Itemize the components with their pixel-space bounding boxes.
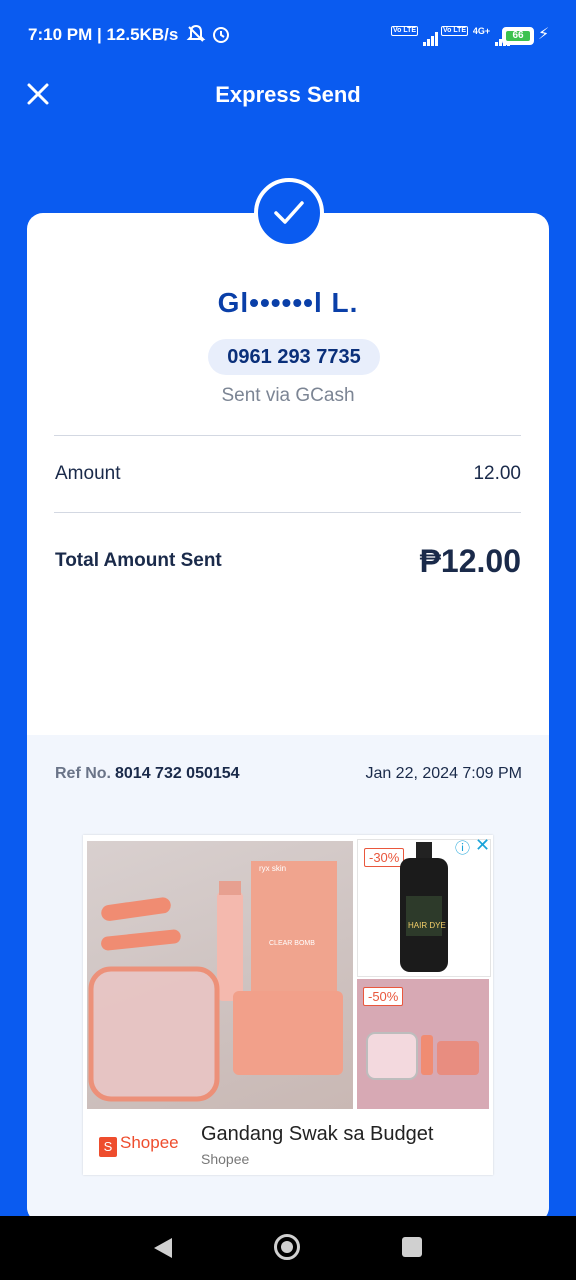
ad-title: Gandang Swak sa Budget <box>201 1123 434 1145</box>
top-app-bar: Express Send <box>0 78 576 114</box>
shopee-logo: S Shopee <box>99 1133 179 1157</box>
ad-main-image[interactable]: ryx skin CLEAR BOMB <box>87 841 353 1109</box>
4g-signal-icon: Vo LTE 4G+ <box>441 26 511 46</box>
amount-label: Amount <box>55 463 121 484</box>
status-time: 7:10 PM | 12.5KB/s <box>28 25 179 44</box>
ad-subtitle: Shopee <box>201 1151 250 1167</box>
total-amount-value: ₱12.00 <box>419 543 521 579</box>
svg-text:CLEAR BOMB: CLEAR BOMB <box>269 940 315 947</box>
battery-icon: 66 <box>502 27 534 45</box>
divider <box>54 435 521 436</box>
alarm-icon <box>211 24 231 49</box>
muted-bell-icon <box>186 24 206 49</box>
recipient-name: Gl••••••l L. <box>217 287 359 318</box>
shopee-ad[interactable]: ryx skin CLEAR BOMB -30% HAIR DYE ⓘ ✕ -5… <box>83 835 493 1175</box>
transaction-date: Jan 22, 2024 7:09 PM <box>365 765 522 782</box>
ad-product-image-1[interactable]: -30% HAIR DYE <box>357 839 491 977</box>
sent-via-text: Sent via GCash <box>221 385 355 406</box>
status-bar: 7:10 PM | 12.5KB/s Vo LTE Vo LTE 4G+ 66 … <box>0 0 576 70</box>
receipt-footer: Ref No. 8014 732 050154 Jan 22, 2024 7:09… <box>27 735 549 1223</box>
volte-signal-icon: Vo LTE <box>391 26 439 46</box>
ad-footer[interactable]: S Shopee Gandang Swak sa Budget Shopee <box>83 1113 493 1175</box>
system-nav-bar <box>0 1216 576 1280</box>
page-title: Express Send <box>215 82 361 107</box>
ad-product-image-2[interactable]: -50% <box>357 979 489 1109</box>
success-check-icon <box>254 178 324 248</box>
home-nav-icon[interactable] <box>274 1234 300 1260</box>
divider <box>54 512 521 513</box>
back-nav-icon[interactable] <box>152 1236 174 1260</box>
svg-text:HAIR DYE: HAIR DYE <box>408 921 446 930</box>
ad-close-button[interactable]: ✕ <box>475 835 490 856</box>
total-amount-label: Total Amount Sent <box>55 550 222 571</box>
recents-nav-icon[interactable] <box>402 1237 422 1257</box>
receipt-card: Gl••••••l L. 0961 293 7735 Sent via GCas… <box>27 213 549 1223</box>
charging-icon: ⚡ <box>538 26 550 43</box>
reference-number: Ref No. 8014 732 050154 <box>55 765 240 782</box>
ad-info-icon[interactable]: ⓘ <box>455 837 470 858</box>
svg-text:ryx skin: ryx skin <box>259 864 286 873</box>
amount-value: 12.00 <box>473 463 521 484</box>
recipient-phone: 0961 293 7735 <box>208 339 380 375</box>
